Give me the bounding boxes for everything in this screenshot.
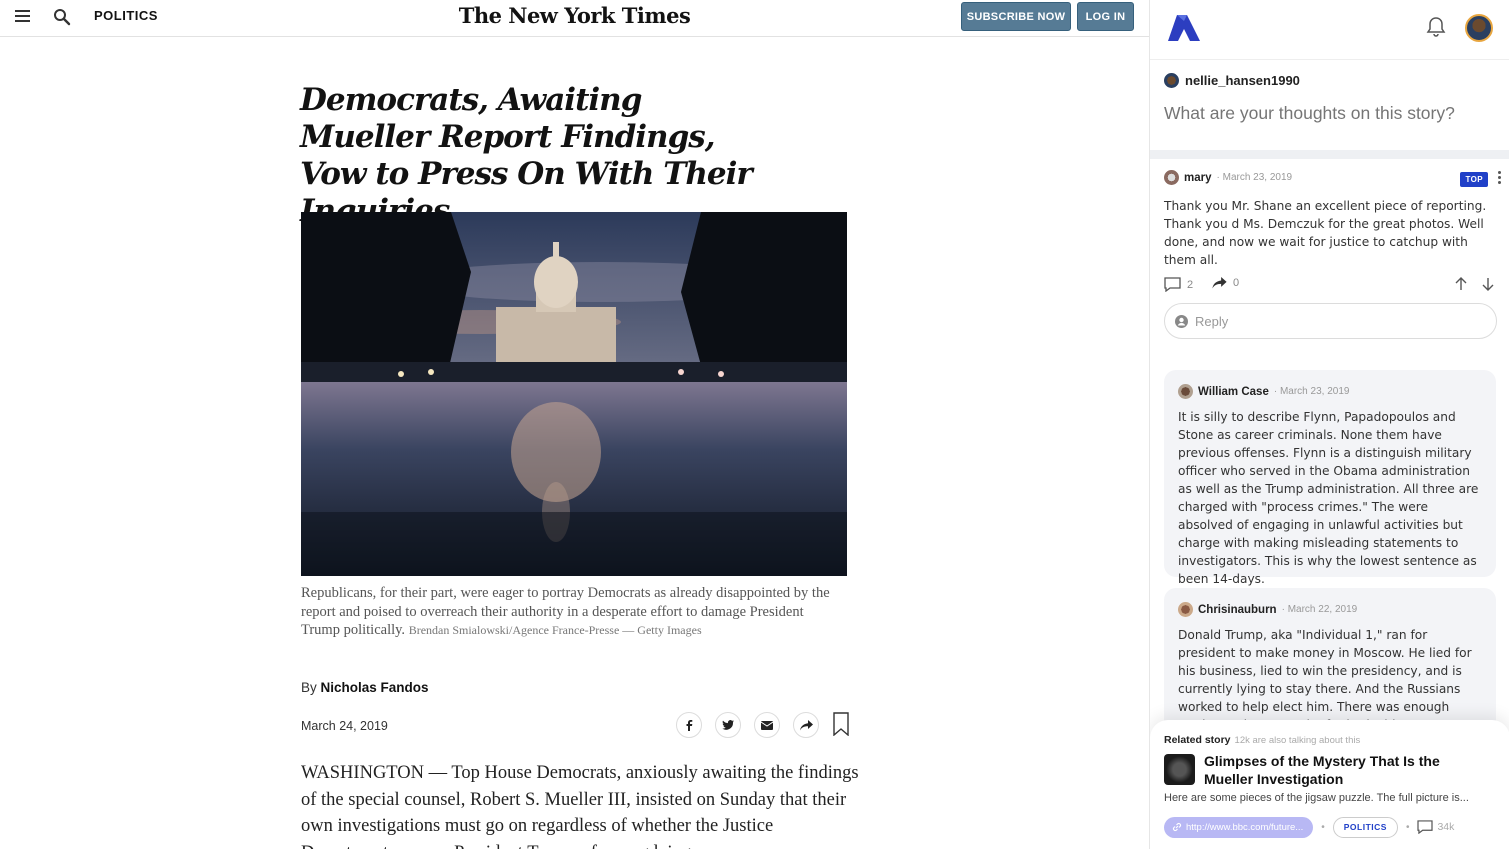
link-icon (1172, 822, 1182, 832)
more-options-icon[interactable] (1498, 171, 1502, 187)
comment-card: William Case · March 23, 2019 It is sill… (1164, 370, 1496, 586)
related-url-pill[interactable]: http://www.bbc.com/future... (1164, 816, 1314, 838)
related-story-card[interactable]: Related story 12k are also talking about … (1150, 720, 1509, 849)
share-icon (1212, 277, 1227, 289)
user-avatar[interactable] (1465, 14, 1493, 42)
avatar (1164, 73, 1179, 88)
related-talking: 12k are also talking about this (1234, 735, 1361, 746)
comment-icon (1164, 277, 1181, 292)
related-title[interactable]: Glimpses of the Mystery That Is the Muel… (1204, 752, 1444, 788)
reply-count-button[interactable]: 2 (1164, 277, 1193, 292)
downvote-icon[interactable] (1481, 277, 1495, 291)
caption-credit: Brendan Smialowski/Agence France-Presse … (408, 623, 702, 637)
share-count: 0 (1233, 277, 1240, 289)
article-headline: Democrats, Awaiting Mueller Report Findi… (300, 82, 753, 229)
facebook-icon (686, 720, 693, 731)
upvote-icon[interactable] (1454, 277, 1468, 291)
related-tag[interactable]: POLITICS (1332, 816, 1398, 838)
hero-image (301, 212, 847, 576)
top-comment: mary · March 23, 2019 TOP Thank you Mr. … (1164, 170, 1502, 299)
comment-author[interactable]: William Case (1198, 386, 1269, 398)
byline-prefix: By (301, 680, 317, 695)
avatar (1178, 602, 1193, 617)
meta-separator: • (1321, 821, 1325, 833)
reply-input[interactable]: Reply (1164, 303, 1497, 339)
current-user: nellie_hansen1990 (1164, 73, 1300, 88)
byline: By Nicholas Fandos (301, 680, 429, 695)
share-icon (799, 719, 813, 730)
comment-header: William Case · March 23, 2019 (1178, 384, 1482, 399)
comment-actions: 2 0 (1164, 277, 1500, 299)
twitter-share-button[interactable] (715, 712, 741, 738)
related-thumbnail (1164, 754, 1195, 785)
publish-date: March 24, 2019 (301, 719, 388, 733)
comment-date: · March 23, 2019 (1273, 386, 1350, 397)
comment-text: Thank you Mr. Shane an excellent piece o… (1164, 199, 1487, 267)
comment-date: · March 23, 2019 (1216, 172, 1293, 183)
comment-text: Donald Trump, aka "Individual 1," ran fo… (1178, 628, 1472, 732)
comment-header: mary · March 23, 2019 (1164, 170, 1500, 185)
comment-text: It is silly to describe Flynn, Papadopou… (1178, 410, 1479, 586)
user-icon (1175, 314, 1188, 328)
article-page: POLITICS The New York Times SUBSCRIBE NO… (0, 0, 1149, 849)
email-icon (761, 720, 773, 730)
avatar (1164, 170, 1179, 185)
comment-author[interactable]: mary (1184, 172, 1212, 184)
reply-placeholder: Reply (1195, 313, 1229, 329)
subscribe-button[interactable]: SUBSCRIBE NOW (961, 2, 1071, 31)
more-share-button[interactable] (793, 712, 819, 738)
comment-date-text: March 22, 2019 (1287, 604, 1358, 615)
comment-author[interactable]: Chrisinauburn (1198, 604, 1277, 616)
comment-date-text: March 23, 2019 (1222, 172, 1293, 183)
comment-input[interactable] (1164, 103, 1496, 124)
comment-header: Chrisinauburn · March 22, 2019 (1178, 602, 1482, 617)
related-url: http://www.bbc.com/future... (1186, 821, 1304, 833)
meta-separator: • (1405, 821, 1410, 833)
share-count-button[interactable]: 0 (1212, 277, 1239, 289)
comment-icon (1417, 820, 1434, 834)
panel-header (1150, 0, 1509, 60)
facebook-share-button[interactable] (676, 712, 702, 738)
divider (1150, 150, 1509, 159)
related-comment-count[interactable]: 34k (1417, 820, 1454, 834)
related-comment-count-text: 34k (1437, 821, 1455, 833)
comment-date-text: March 23, 2019 (1279, 386, 1350, 397)
comment-date: · March 22, 2019 (1281, 604, 1358, 615)
username: nellie_hansen1990 (1185, 73, 1300, 88)
comments-panel: nellie_hansen1990 mary · March 23, 2019 … (1149, 0, 1509, 849)
related-label: Related story 12k are also talking about … (1164, 734, 1360, 746)
email-share-button[interactable] (754, 712, 780, 738)
bell-icon[interactable] (1426, 16, 1446, 38)
related-meta: http://www.bbc.com/future... • POLITICS … (1164, 816, 1454, 838)
app-logo[interactable] (1168, 15, 1200, 41)
author-link[interactable]: Nicholas Fandos (321, 680, 429, 695)
related-label-text: Related story (1164, 734, 1231, 746)
top-badge: TOP (1460, 172, 1488, 187)
twitter-icon (721, 720, 734, 730)
article-body: WASHINGTON — Top House Democrats, anxiou… (301, 763, 859, 849)
top-bar: POLITICS The New York Times SUBSCRIBE NO… (0, 0, 1149, 37)
avatar (1178, 384, 1193, 399)
related-description: Here are some pieces of the jigsaw puzzl… (1164, 792, 1469, 804)
image-caption: Republicans, for their part, were eager … (301, 584, 831, 640)
bookmark-icon[interactable] (833, 712, 849, 736)
login-button[interactable]: LOG IN (1077, 2, 1134, 31)
reply-count: 2 (1187, 278, 1194, 291)
